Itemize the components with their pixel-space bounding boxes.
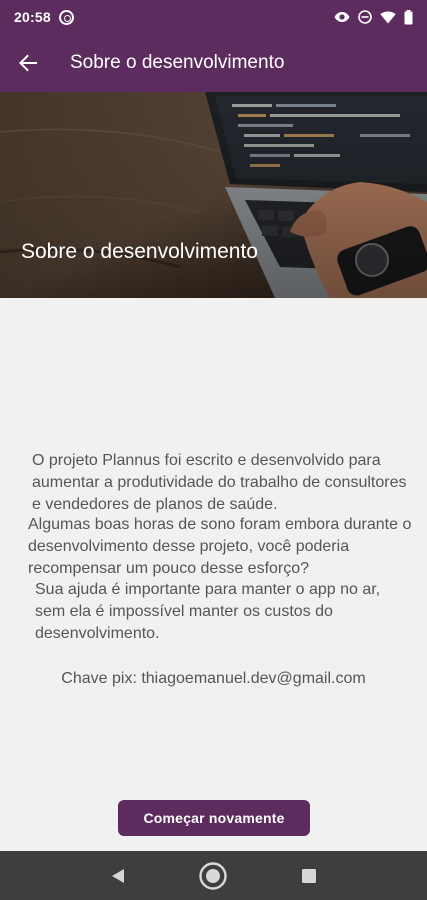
back-triangle-icon — [111, 868, 124, 883]
header-image — [0, 92, 427, 298]
status-bar: 20:58 — [0, 0, 427, 34]
app-screen: 20:58 Sobre o desenvolvimento Sobre o de… — [0, 0, 427, 900]
content-area: O projeto Plannus foi escrito e desenvol… — [0, 298, 427, 851]
app-toolbar: Sobre o desenvolvimento — [0, 34, 427, 92]
help-paragraph: Sua ajuda é importante para manter o app… — [35, 581, 381, 642]
restart-button[interactable]: Começar novamente — [118, 800, 310, 836]
laptop-photo — [0, 92, 427, 298]
toolbar-title: Sobre o desenvolvimento — [70, 52, 285, 73]
status-icons — [334, 9, 413, 25]
nav-home-button[interactable] — [193, 856, 233, 896]
pix-key-text: Chave pix: thiagoemanuel.dev@gmail.com — [61, 670, 366, 687]
wifi-icon — [380, 11, 396, 23]
arrow-left-icon — [19, 54, 37, 72]
back-button[interactable] — [0, 34, 56, 92]
battery-icon — [404, 9, 413, 24]
header-title: Sobre o desenvolvimento — [21, 240, 258, 263]
system-nav-bar — [0, 851, 427, 900]
at-sign-icon — [58, 9, 74, 25]
about-paragraph: O projeto Plannus foi escrito e desenvol… — [32, 452, 407, 513]
eye-icon — [334, 12, 350, 22]
nav-back-button[interactable] — [98, 856, 138, 896]
status-time: 20:58 — [14, 9, 51, 25]
dnd-icon — [358, 10, 372, 24]
recents-square-icon — [302, 868, 317, 883]
home-circle-icon — [199, 861, 228, 890]
nav-recents-button[interactable] — [289, 856, 329, 896]
support-paragraph: Algumas boas horas de sono foram embora … — [28, 516, 412, 577]
